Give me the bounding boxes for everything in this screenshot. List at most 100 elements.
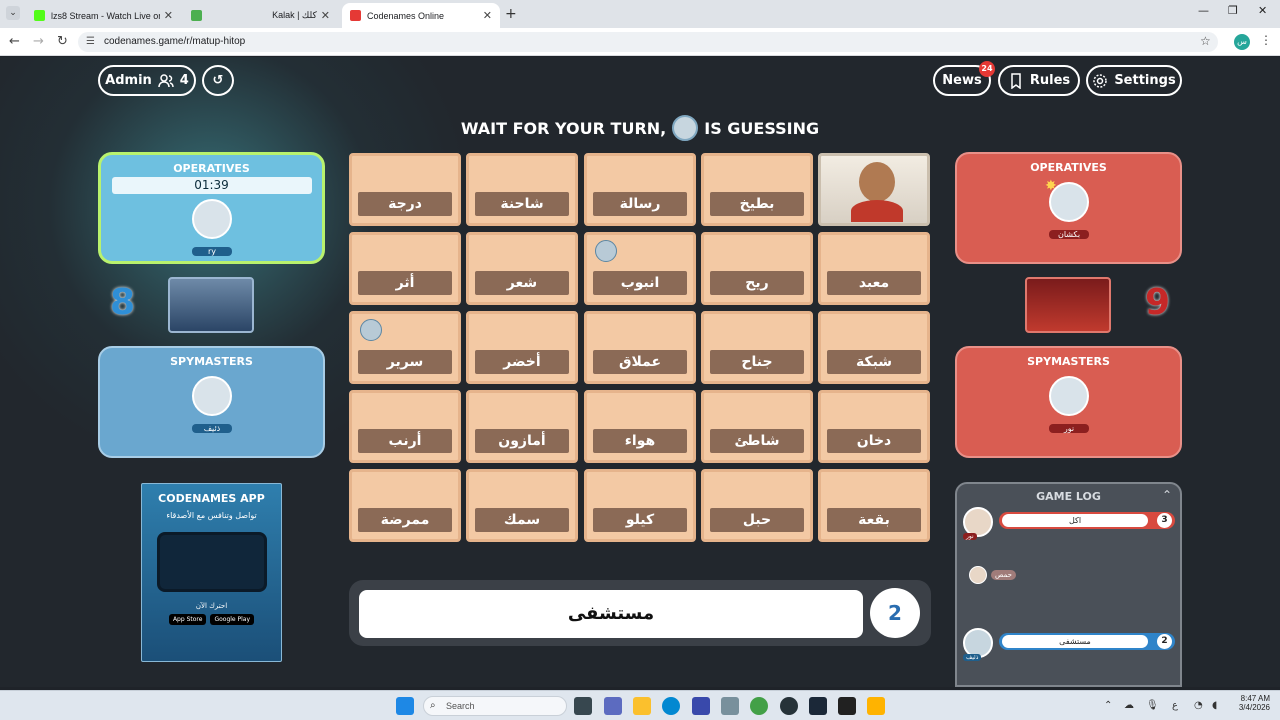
file-explorer-icon[interactable]	[633, 697, 651, 715]
browser-menu-icon[interactable]: ⋮	[1260, 33, 1272, 47]
restore-icon[interactable]: ❐	[1228, 4, 1238, 17]
taskbar-clock[interactable]: 8:47 AM 3/4/2026	[1230, 694, 1270, 712]
app-icon[interactable]	[867, 697, 885, 715]
clue-word: مستشفى	[359, 590, 863, 638]
edge-icon[interactable]	[662, 697, 680, 715]
microphone-icon[interactable]: 🎙	[1146, 700, 1159, 711]
store-icon[interactable]	[692, 697, 710, 715]
card-word: ريح	[710, 271, 804, 295]
word-card[interactable]: هواء	[584, 390, 696, 463]
avatar	[969, 566, 987, 584]
chevron-up-icon[interactable]: ⌃	[1162, 488, 1172, 502]
widgets-icon[interactable]	[604, 697, 622, 715]
reset-button[interactable]: ↺	[202, 65, 234, 96]
network-icon[interactable]: ☁	[1124, 700, 1134, 711]
card-word: شاحنة	[475, 192, 569, 216]
chrome-icon[interactable]	[750, 697, 768, 715]
chevron-up-icon[interactable]: ⌃	[1104, 700, 1112, 711]
tab-list-button[interactable]: ⌄	[6, 6, 20, 20]
word-card[interactable]: شبكة	[818, 311, 930, 384]
new-tab-button[interactable]: +	[505, 6, 517, 22]
task-view-icon[interactable]	[574, 697, 592, 715]
word-card[interactable]: ممرضة	[349, 469, 461, 542]
close-icon[interactable]: ✕	[483, 9, 492, 22]
app-icon[interactable]	[780, 697, 798, 715]
browser-tab-kick[interactable]: lzs8 Stream - Watch Live on Kic ✕	[26, 3, 181, 28]
tab-title: Codenames Online	[367, 10, 445, 21]
word-card[interactable]: بطيخ	[701, 153, 813, 226]
volume-icon[interactable]: ◖	[1212, 700, 1217, 711]
google-play-badge[interactable]: Google Play	[210, 614, 255, 625]
word-card[interactable]: بقعة	[818, 469, 930, 542]
word-card[interactable]: أمازون	[466, 390, 578, 463]
red-spymaster-player[interactable]: نور	[1046, 376, 1092, 435]
minimize-icon[interactable]: —	[1198, 4, 1209, 17]
taskbar-search[interactable]: ⌕ Search	[423, 696, 567, 716]
clue-bar: مستشفى 2	[349, 580, 931, 646]
word-card[interactable]: أخضر	[466, 311, 578, 384]
panel-title: SPYMASTERS	[1027, 355, 1110, 368]
word-card[interactable]: رسالة	[584, 153, 696, 226]
back-icon[interactable]: ←	[9, 34, 20, 49]
epic-games-icon[interactable]	[838, 697, 856, 715]
news-button[interactable]: News 24	[933, 61, 995, 96]
word-card[interactable]: عملاق	[584, 311, 696, 384]
browser-tab-codenames[interactable]: Codenames Online ✕	[342, 3, 500, 28]
mail-icon[interactable]	[721, 697, 739, 715]
app-promo-banner[interactable]: CODENAMES APP تواصل وتنافس مع الأصدقاء ا…	[141, 483, 282, 662]
settings-button[interactable]: Settings	[1086, 65, 1182, 96]
word-card[interactable]: سمك	[466, 469, 578, 542]
word-card[interactable]: شاحنة	[466, 153, 578, 226]
player-name: ذئيف	[963, 654, 982, 661]
word-card[interactable]: شعر	[466, 232, 578, 305]
word-card[interactable]: أثر	[349, 232, 461, 305]
bookmark-star-icon[interactable]: ☆	[1200, 34, 1211, 48]
app-promo-cta: احترك الآن	[195, 602, 228, 610]
word-card[interactable]: انبوب	[584, 232, 696, 305]
profile-avatar[interactable]: س	[1234, 34, 1250, 50]
card-word: حبل	[710, 508, 804, 532]
word-card[interactable]: شاطئ	[701, 390, 813, 463]
site-info-icon[interactable]: ☰	[86, 36, 95, 47]
card-word: انبوب	[593, 271, 687, 295]
forward-icon[interactable]: →	[33, 34, 44, 49]
status-suffix: IS GUESSING	[704, 118, 820, 138]
keyboard-language-icon[interactable]: ع	[1172, 700, 1178, 711]
word-card[interactable]: جناح	[701, 311, 813, 384]
card-word: معبد	[827, 271, 921, 295]
panel-title: OPERATIVES	[1030, 161, 1107, 174]
windows-start-icon[interactable]	[396, 697, 414, 715]
card-word: دخان	[827, 429, 921, 453]
word-card[interactable]: حبل	[701, 469, 813, 542]
blue-spymaster-player[interactable]: ذئيف	[189, 376, 235, 435]
word-card[interactable]: ريح	[701, 232, 813, 305]
reload-icon[interactable]: ↻	[57, 34, 68, 49]
word-card[interactable]: درجة	[349, 153, 461, 226]
word-card[interactable]: كيلو	[584, 469, 696, 542]
admin-button[interactable]: Admin 4	[98, 65, 196, 96]
log-entry-clue: ذئيف مستشفى 2	[963, 628, 1175, 661]
players-count: 4	[179, 73, 189, 88]
blue-operative-player[interactable]: ry	[189, 199, 235, 258]
close-icon[interactable]: ✕	[164, 9, 173, 22]
url-field[interactable]: ☰ codenames.game/r/matup-hitop	[78, 32, 1218, 52]
browser-tab-kalak[interactable]: Kalak | كلك ✕	[183, 3, 338, 28]
steam-icon[interactable]	[809, 697, 827, 715]
card-word: أمازون	[475, 429, 569, 453]
word-card[interactable]: سرير	[349, 311, 461, 384]
word-card[interactable]: دخان	[818, 390, 930, 463]
word-card[interactable]: معبد	[818, 232, 930, 305]
search-placeholder: Search	[446, 701, 475, 711]
star-icon: ✸	[1045, 178, 1057, 194]
close-window-icon[interactable]: ✕	[1258, 4, 1267, 17]
rules-button[interactable]: Rules	[998, 65, 1080, 96]
wifi-icon[interactable]: ◔	[1194, 700, 1203, 711]
close-icon[interactable]: ✕	[321, 9, 330, 22]
word-card[interactable]: أرنب	[349, 390, 461, 463]
log-clue-number: 3	[1157, 513, 1172, 528]
turn-timer: 01:39	[111, 177, 312, 194]
news-label: News	[942, 73, 982, 88]
app-store-badge[interactable]: App Store	[168, 614, 207, 625]
clue-bar-blue: مستشفى 2	[999, 633, 1175, 650]
bystander-shirt	[851, 200, 903, 222]
